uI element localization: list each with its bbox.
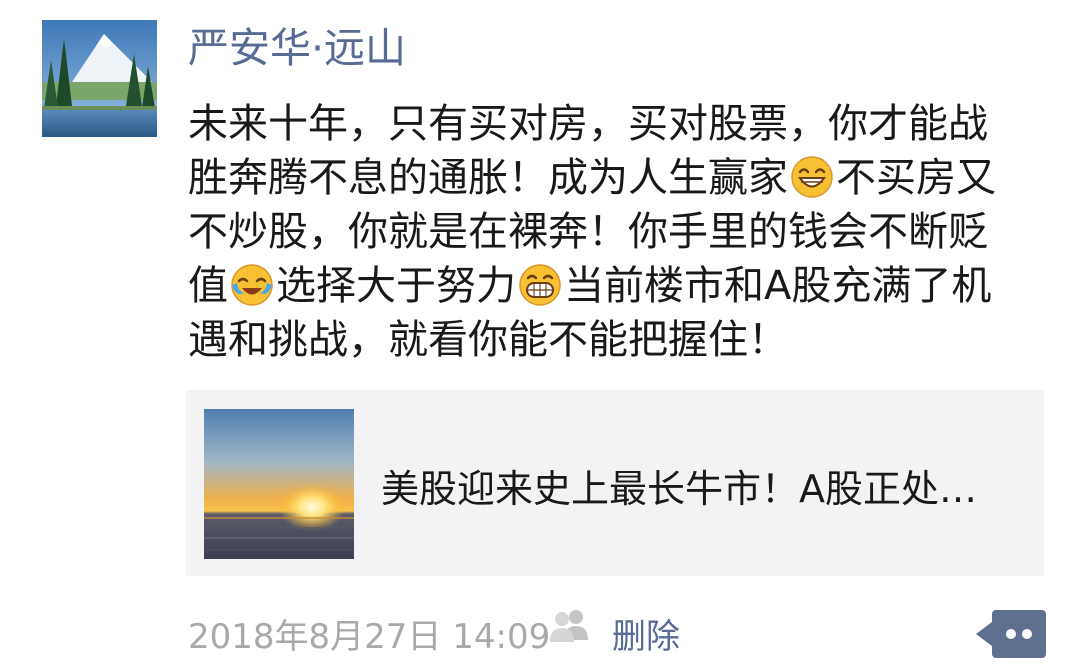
- post-text-line: 胜奔腾不息的通胀！成为人生赢家 不买房又: [188, 151, 1048, 205]
- author-name[interactable]: 严安华·远山: [188, 20, 406, 76]
- dot-icon: [1022, 629, 1032, 639]
- link-thumbnail: [204, 409, 354, 559]
- post-text-segment: 不炒股，你就是在裸奔！你手里的钱会不断贬: [188, 209, 988, 255]
- post-text-line: 未来十年，只有买对房，买对股票，你才能战: [188, 97, 1048, 151]
- post-text-segment: 选择大于努力: [276, 263, 516, 309]
- post-text-segment: 值: [188, 263, 228, 309]
- more-options-button[interactable]: [976, 610, 1046, 658]
- grin-emoji-icon: [791, 156, 833, 198]
- dot-icon: [1006, 629, 1016, 639]
- post-text-segment: 胜奔腾不息的通胀！成为人生赢家: [188, 155, 788, 201]
- link-title: 美股迎来史上最长牛市！A股正处…: [381, 467, 977, 511]
- sunset-thumbnail-image: [204, 409, 354, 559]
- crying-laughing-emoji-icon: [231, 264, 273, 306]
- shared-link-card[interactable]: 美股迎来史上最长牛市！A股正处…: [186, 390, 1044, 576]
- post-text-segment: 遇和挑战，就看你能不能把握住！: [188, 317, 788, 363]
- post-text-line: 值 选择大于努力 当前楼市和A股充满了机: [188, 259, 1048, 313]
- more-options-icon: [992, 610, 1046, 658]
- post-text: 未来十年，只有买对房，买对股票，你才能战 胜奔腾不息的通胀！成为人生赢家 不买房…: [188, 97, 1048, 367]
- big-grin-emoji-icon: [519, 264, 561, 306]
- more-options-pointer: [976, 622, 992, 646]
- avatar-mountain-image: [42, 20, 157, 137]
- avatar[interactable]: [42, 20, 157, 137]
- post-text-line: 遇和挑战，就看你能不能把握住！: [188, 313, 1048, 367]
- post-text-segment: 未来十年，只有买对房，买对股票，你才能战: [188, 101, 988, 147]
- post-text-segment: 当前楼市和A股充满了机: [564, 263, 992, 309]
- post-text-line: 不炒股，你就是在裸奔！你手里的钱会不断贬: [188, 205, 1048, 259]
- friends-visibility-icon[interactable]: [545, 606, 595, 646]
- delete-button[interactable]: 删除: [612, 614, 680, 660]
- post-timestamp: 2018年8月27日 14:09: [188, 617, 551, 657]
- post-text-segment: 不买房又: [836, 155, 996, 201]
